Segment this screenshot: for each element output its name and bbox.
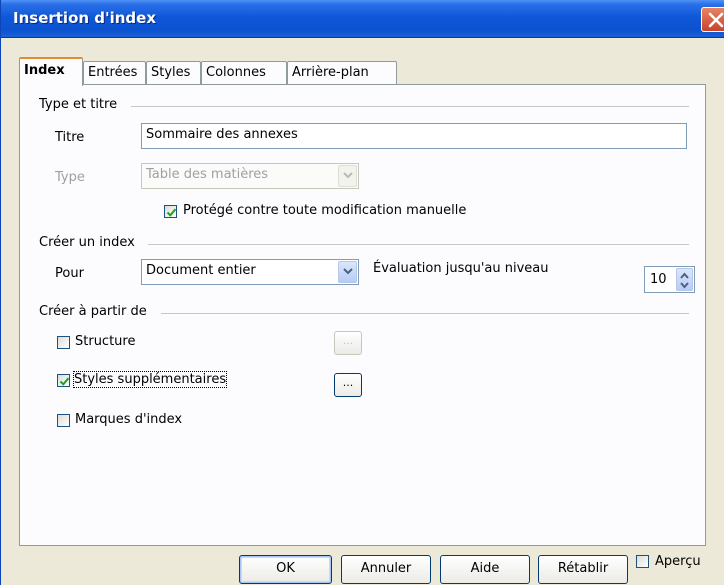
protect-label[interactable]: Protégé contre toute modification manuel… bbox=[183, 203, 466, 218]
tab-index[interactable]: Index bbox=[19, 57, 83, 86]
title-input[interactable]: Sommaire des annexes bbox=[141, 123, 687, 149]
type-select[interactable]: Table des matières bbox=[141, 163, 359, 189]
section-type-title: Type et titre bbox=[39, 97, 118, 112]
styles-options-button[interactable]: ... bbox=[334, 373, 362, 397]
close-button[interactable] bbox=[701, 7, 724, 32]
help-button[interactable]: Aide bbox=[440, 555, 530, 584]
structure-checkbox[interactable] bbox=[57, 336, 70, 349]
tab-entrees[interactable]: Entrées bbox=[83, 61, 146, 85]
for-select-value: Document entier bbox=[146, 263, 256, 278]
level-spinner[interactable]: 10 bbox=[644, 266, 695, 293]
tab-colonnes[interactable]: Colonnes bbox=[201, 61, 287, 85]
section-create-index: Créer un index bbox=[39, 235, 135, 250]
divider bbox=[148, 244, 689, 245]
for-label: Pour bbox=[55, 266, 84, 281]
cancel-button[interactable]: Annuler bbox=[341, 555, 431, 584]
title-bar[interactable]: Insertion d'index bbox=[1, 0, 724, 38]
styles-checkbox[interactable] bbox=[57, 374, 70, 387]
section-create-from: Créer à partir de bbox=[39, 304, 147, 319]
index-dialog: Insertion d'index Entrées Styles Colonne… bbox=[0, 0, 724, 585]
divider bbox=[161, 313, 689, 314]
tab-arriere-plan[interactable]: Arrière-plan bbox=[287, 61, 397, 85]
eval-level-label: Évaluation jusqu'au niveau bbox=[373, 261, 549, 276]
type-select-value: Table des matières bbox=[146, 167, 269, 182]
spin-up-down-icon bbox=[677, 272, 692, 296]
preview-checkbox[interactable] bbox=[636, 555, 649, 568]
title-label: Titre bbox=[55, 130, 85, 145]
divider bbox=[131, 106, 689, 107]
for-select[interactable]: Document entier bbox=[141, 259, 359, 285]
type-label: Type bbox=[55, 170, 85, 185]
structure-label[interactable]: Structure bbox=[75, 334, 135, 349]
reset-button[interactable]: Rétablir bbox=[538, 555, 628, 584]
level-value: 10 bbox=[650, 272, 667, 287]
ok-button[interactable]: OK bbox=[239, 555, 332, 584]
index-marks-label[interactable]: Marques d'index bbox=[75, 412, 182, 427]
protect-checkbox[interactable] bbox=[164, 205, 177, 218]
type-dropdown-button[interactable] bbox=[338, 165, 357, 187]
for-dropdown-button[interactable] bbox=[338, 261, 357, 283]
preview-label[interactable]: Aperçu bbox=[655, 554, 701, 569]
styles-label[interactable]: Styles supplémentaires bbox=[72, 371, 228, 388]
structure-options-button[interactable]: ... bbox=[334, 331, 362, 355]
level-spin-buttons[interactable] bbox=[676, 268, 693, 291]
dialog-title: Insertion d'index bbox=[13, 9, 157, 27]
tab-styles[interactable]: Styles bbox=[146, 61, 201, 85]
index-marks-checkbox[interactable] bbox=[57, 414, 70, 427]
